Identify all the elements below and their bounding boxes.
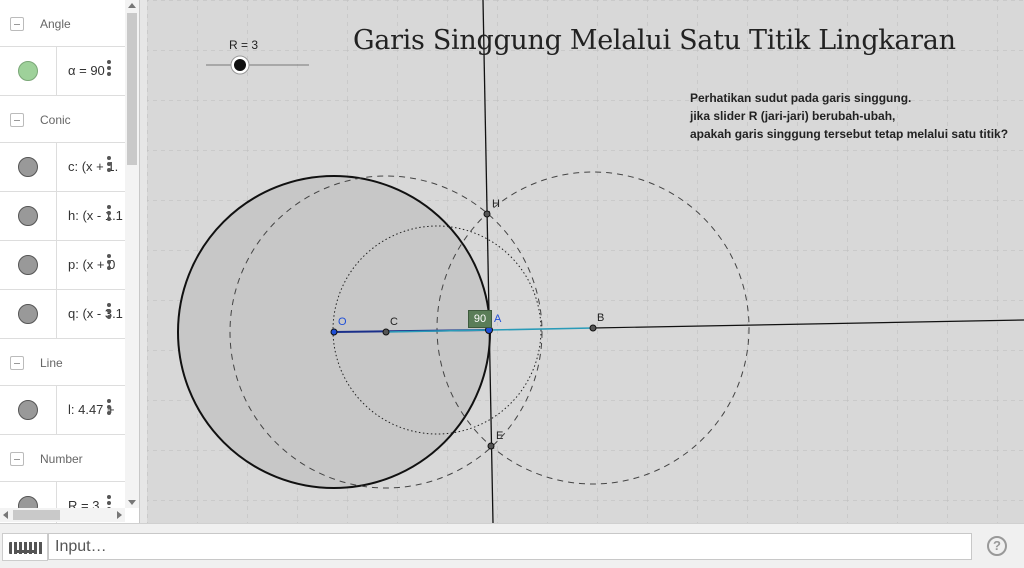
graphics-view[interactable]: Garis Singgung Melalui Satu Titik Lingka… — [147, 0, 1024, 523]
algebra-list: Angle α = 90 Conic c: (x + 1. h: (x - 1.… — [0, 0, 125, 523]
help-icon[interactable]: ? — [987, 536, 1007, 556]
group-header-number[interactable]: Number — [0, 435, 125, 482]
visibility-toggle-icon[interactable] — [18, 304, 38, 324]
keyboard-button[interactable] — [2, 533, 48, 561]
point-label-b: B — [597, 312, 605, 324]
input-bar: ? — [0, 523, 1024, 568]
visibility-toggle-icon[interactable] — [18, 61, 38, 81]
group-header-line[interactable]: Line — [0, 339, 125, 386]
group-label-line: Line — [40, 356, 63, 370]
algebra-expression[interactable]: c: (x + 1. — [68, 159, 125, 174]
more-options-icon[interactable] — [107, 205, 111, 221]
algebra-expression[interactable]: h: (x - 1.1 — [68, 208, 125, 223]
point-e[interactable] — [487, 442, 495, 450]
angle-alpha-label[interactable]: 90 — [468, 310, 492, 328]
algebra-item-c[interactable]: c: (x + 1. — [0, 143, 125, 192]
collapse-icon[interactable] — [10, 17, 24, 31]
point-label-a: A — [494, 313, 502, 325]
group-header-angle[interactable]: Angle — [0, 0, 125, 47]
scroll-down-icon[interactable] — [128, 500, 136, 505]
point-label-e: E — [496, 430, 504, 442]
group-label-number: Number — [40, 452, 83, 466]
collapse-icon[interactable] — [10, 452, 24, 466]
visibility-toggle-icon[interactable] — [18, 255, 38, 275]
note-line-1: Perhatikan sudut pada garis singgung. — [690, 91, 912, 105]
algebra-item-q[interactable]: q: (x - 3.1 — [0, 290, 125, 339]
keyboard-icon — [9, 542, 43, 554]
point-o[interactable] — [330, 328, 338, 336]
scroll-up-icon[interactable] — [128, 3, 136, 8]
algebra-expression[interactable]: l: 4.47 + — [68, 402, 125, 417]
point-h[interactable] — [483, 210, 491, 218]
algebra-item-l[interactable]: l: 4.47 + — [0, 386, 125, 435]
more-options-icon[interactable] — [107, 254, 111, 270]
vertical-scrollbar[interactable] — [125, 0, 139, 508]
point-label-c: C — [390, 316, 398, 328]
point-label-h: H — [492, 198, 500, 210]
point-label-o: O — [338, 316, 347, 328]
group-label-conic: Conic — [40, 113, 71, 127]
visibility-toggle-icon[interactable] — [18, 206, 38, 226]
scroll-thumb[interactable] — [127, 13, 137, 165]
note-line-3: apakah garis singgung tersebut tetap mel… — [690, 127, 1009, 141]
algebra-expression[interactable]: q: (x - 3.1 — [68, 306, 125, 321]
more-options-icon[interactable] — [107, 60, 111, 76]
visibility-toggle-icon[interactable] — [18, 157, 38, 177]
group-header-conic[interactable]: Conic — [0, 96, 125, 143]
algebra-view: Angle α = 90 Conic c: (x + 1. h: (x - 1.… — [0, 0, 140, 523]
view-divider[interactable] — [140, 0, 147, 523]
algebra-item-p[interactable]: p: (x + 0 — [0, 241, 125, 290]
algebra-expression[interactable]: α = 90 — [68, 63, 125, 78]
horizontal-scrollbar[interactable] — [0, 508, 125, 522]
more-options-icon[interactable] — [107, 303, 111, 319]
algebra-input[interactable] — [48, 533, 972, 560]
visibility-toggle-icon[interactable] — [18, 400, 38, 420]
slider-label[interactable]: R = 3 — [229, 38, 258, 52]
group-label-angle: Angle — [40, 17, 71, 31]
point-c[interactable] — [382, 328, 390, 336]
scroll-thumb[interactable] — [13, 510, 60, 520]
scroll-left-icon[interactable] — [3, 511, 8, 519]
note-line-2: jika slider R (jari-jari) berubah-ubah, — [690, 109, 896, 123]
collapse-icon[interactable] — [10, 356, 24, 370]
more-options-icon[interactable] — [107, 156, 111, 172]
graphics-canvas[interactable] — [147, 0, 1024, 523]
scroll-right-icon[interactable] — [117, 511, 122, 519]
more-options-icon[interactable] — [107, 399, 111, 415]
slider-handle[interactable] — [234, 59, 246, 71]
algebra-item-alpha[interactable]: α = 90 — [0, 47, 125, 96]
algebra-expression[interactable]: p: (x + 0 — [68, 257, 125, 272]
geogebra-app: Angle α = 90 Conic c: (x + 1. h: (x - 1.… — [0, 0, 1024, 568]
page-title: Garis Singgung Melalui Satu Titik Lingka… — [353, 25, 956, 56]
algebra-item-h[interactable]: h: (x - 1.1 — [0, 192, 125, 241]
collapse-icon[interactable] — [10, 113, 24, 127]
point-b[interactable] — [589, 324, 597, 332]
